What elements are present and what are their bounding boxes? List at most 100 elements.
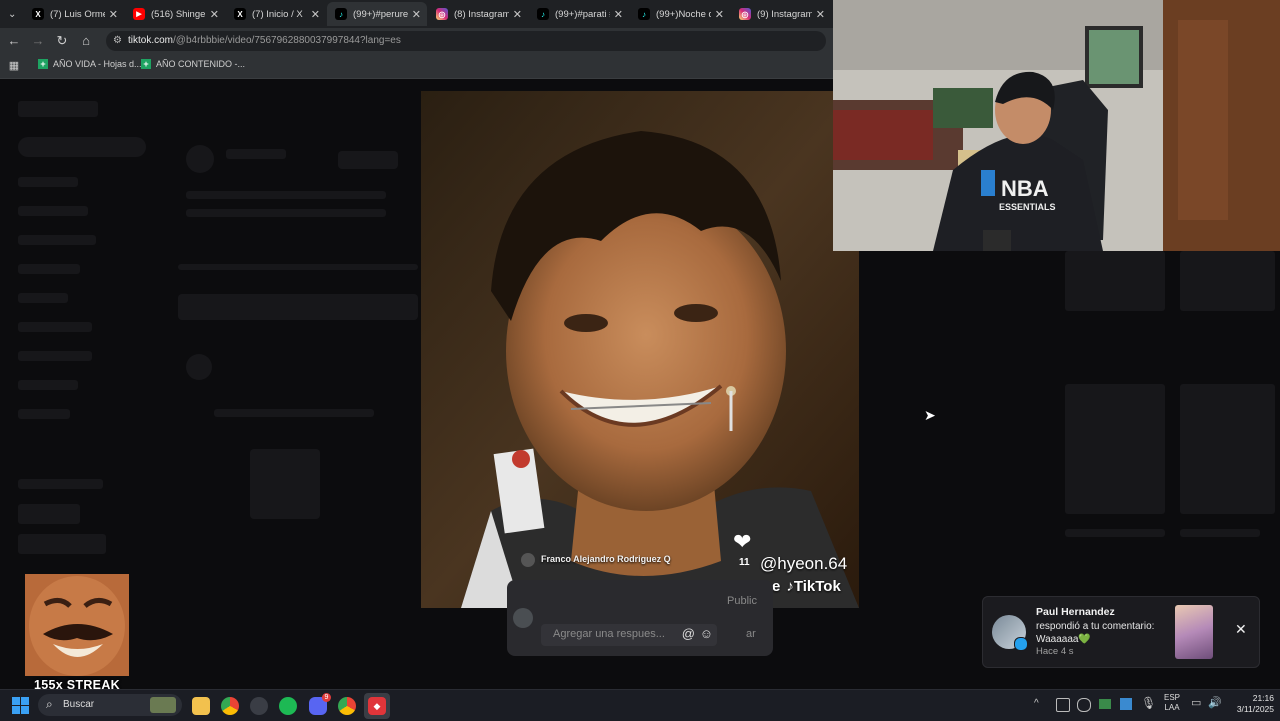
tab-title: (99+)#perure bbox=[353, 8, 408, 20]
thumbnail-ghost bbox=[1065, 251, 1165, 311]
taskbar-search[interactable]: ⌕ Buscar bbox=[38, 694, 182, 716]
reload-icon[interactable]: ↻ bbox=[54, 33, 70, 49]
text-ghost bbox=[186, 209, 386, 217]
streak-face-image bbox=[25, 574, 129, 676]
comment-input-ghost bbox=[178, 294, 418, 320]
instagram-icon: ◎ bbox=[436, 8, 448, 20]
tiktok-icon: ♪ bbox=[335, 8, 347, 20]
tab-1[interactable]: X (7) Luis Ormeñ ✕ bbox=[24, 2, 124, 26]
watermark-prefix: e bbox=[772, 578, 781, 595]
close-icon[interactable]: ✕ bbox=[614, 8, 623, 21]
nav-ghost bbox=[18, 206, 88, 216]
reply-placeholder: Agregar una respues... bbox=[553, 628, 665, 640]
close-icon[interactable]: ✕ bbox=[715, 8, 724, 21]
bookmarks-bar: ▦ + AÑO VIDA - Hojas d... + AÑO CONTENID… bbox=[0, 54, 833, 79]
search-label: Buscar bbox=[63, 699, 95, 710]
tab-5[interactable]: ◎ (8) Instagram ✕ bbox=[428, 2, 528, 26]
emoji-icon[interactable]: ☺ bbox=[700, 626, 713, 641]
thumbnail-ghost bbox=[1065, 384, 1165, 514]
windows-start-icon[interactable] bbox=[12, 697, 29, 714]
nav-ghost bbox=[18, 293, 68, 303]
close-icon[interactable]: ✕ bbox=[311, 8, 320, 21]
visibility-label[interactable]: Public bbox=[727, 595, 757, 607]
address-bar[interactable]: ⚙ tiktok.com/@b4rbbbie/video/75679628800… bbox=[106, 31, 826, 51]
video-thumbnail[interactable] bbox=[1175, 605, 1213, 659]
apps-grid-icon[interactable]: ▦ bbox=[6, 58, 22, 74]
file-explorer-icon[interactable] bbox=[192, 697, 210, 715]
tab-7[interactable]: ♪ (99+)Noche de ✕ bbox=[630, 2, 730, 26]
back-arrow-icon[interactable]: ← bbox=[6, 33, 22, 49]
tiktok-icon: ♪ bbox=[786, 578, 794, 595]
clock[interactable]: 21:16 3/11/2025 bbox=[1228, 693, 1274, 715]
navigation-bar: ← → ↻ ⌂ ⚙ tiktok.com/@b4rbbbie/video/756… bbox=[0, 28, 833, 54]
bookmark-item[interactable]: + AÑO VIDA - Hojas d... bbox=[38, 59, 142, 69]
chevron-up-icon[interactable]: ^ bbox=[1034, 698, 1039, 709]
home-icon[interactable]: ⌂ bbox=[78, 33, 94, 49]
webcam-scene: NBA ESSENTIALS bbox=[833, 0, 1280, 251]
notification-name: Paul Hernandez bbox=[1036, 606, 1115, 618]
tray-app-icon[interactable] bbox=[1120, 698, 1132, 710]
clock-time: 21:16 bbox=[1252, 693, 1274, 703]
watermark-brand: TikTok bbox=[793, 578, 841, 595]
reply-input[interactable]: Agregar una respues... @ ☺ bbox=[541, 624, 717, 646]
tab-search-button[interactable]: ⌄ bbox=[4, 2, 22, 26]
close-icon[interactable]: ✕ bbox=[412, 8, 421, 21]
text-ghost bbox=[1065, 529, 1165, 537]
close-icon[interactable]: ✕ bbox=[816, 8, 825, 21]
tab-8[interactable]: ◎ (9) Instagram ✕ bbox=[731, 2, 831, 26]
close-icon[interactable]: ✕ bbox=[1235, 621, 1247, 638]
chatgpt-icon[interactable] bbox=[250, 697, 268, 715]
forward-arrow-icon[interactable]: → bbox=[30, 33, 46, 49]
close-icon[interactable]: ✕ bbox=[210, 8, 219, 21]
close-icon[interactable]: ✕ bbox=[513, 8, 522, 21]
microphone-icon[interactable]: 🎙 bbox=[1141, 696, 1156, 710]
reply-badge-icon bbox=[1014, 637, 1028, 651]
tab-title: (7) Luis Ormeñ bbox=[50, 8, 105, 20]
chrome-icon[interactable] bbox=[221, 697, 239, 715]
tab-6[interactable]: ♪ (99+)#parati # ✕ bbox=[529, 2, 629, 26]
music-credit: Franco Alejandro Rodriguez Q bbox=[541, 554, 671, 564]
tab-title: (99+)#parati # bbox=[555, 8, 610, 20]
nav-ghost bbox=[18, 351, 92, 361]
video-frame-face bbox=[421, 91, 859, 608]
notification-toast[interactable]: Paul Hernandez respondió a tu comentario… bbox=[982, 596, 1260, 668]
chrome-profile-icon[interactable] bbox=[338, 697, 356, 715]
volume-icon[interactable]: 🔊 bbox=[1208, 696, 1222, 709]
heart-icon[interactable]: ❤ bbox=[733, 531, 751, 553]
notification-time: Hace 4 s bbox=[1036, 646, 1074, 657]
tab-3[interactable]: X (7) Inicio / X ✕ bbox=[226, 2, 326, 26]
tray-app-icon[interactable] bbox=[1077, 698, 1091, 712]
discord-icon[interactable]: 9 bbox=[309, 693, 331, 715]
tab-2[interactable]: ▶ (516) Shingeki ✕ bbox=[125, 2, 225, 26]
nav-ghost bbox=[18, 177, 78, 187]
reply-box: Public Agregar una respues... @ ☺ ar bbox=[507, 580, 773, 656]
tiktok-icon: ♪ bbox=[537, 8, 549, 20]
url-path: /@b4rbbbie/video/7567962880037997844?lan… bbox=[173, 35, 401, 46]
tray-app-icon[interactable] bbox=[1099, 699, 1111, 709]
search-highlight-icon bbox=[150, 697, 176, 713]
bookmark-label: AÑO CONTENIDO -... bbox=[156, 59, 246, 69]
nav-ghost bbox=[18, 380, 78, 390]
tiktok-watermark: e ♪ TikTok bbox=[772, 578, 841, 595]
avatar bbox=[513, 608, 533, 628]
close-icon[interactable]: ✕ bbox=[109, 8, 118, 21]
site-info-icon[interactable]: ⚙ bbox=[113, 31, 122, 51]
tray-app-icon[interactable] bbox=[1056, 698, 1070, 712]
send-button[interactable]: ar bbox=[746, 628, 756, 640]
bookmark-item[interactable]: + AÑO CONTENIDO -... bbox=[141, 59, 245, 69]
spotify-icon[interactable] bbox=[279, 697, 297, 715]
tab-4-active[interactable]: ♪ (99+)#perure ✕ bbox=[327, 2, 427, 26]
language-indicator[interactable]: ESP LAA bbox=[1164, 693, 1180, 713]
network-icon[interactable]: ▭ bbox=[1191, 696, 1201, 709]
mention-icon[interactable]: @ bbox=[682, 626, 695, 641]
video-player[interactable]: Franco Alejandro Rodriguez Q ❤ 11 @hyeon… bbox=[421, 91, 859, 608]
watermark-username: @hyeon.64 bbox=[760, 554, 848, 573]
text-ghost bbox=[186, 191, 386, 199]
webcam-overlay: NBA ESSENTIALS bbox=[833, 0, 1280, 251]
search-icon: ⌕ bbox=[46, 697, 53, 711]
active-app-slot[interactable]: ◆ bbox=[364, 693, 390, 719]
instagram-icon: ◎ bbox=[739, 8, 751, 20]
clock-date: 3/11/2025 bbox=[1236, 704, 1274, 714]
like-count: 11 bbox=[739, 557, 750, 568]
language-layout: LAA bbox=[1164, 703, 1180, 712]
